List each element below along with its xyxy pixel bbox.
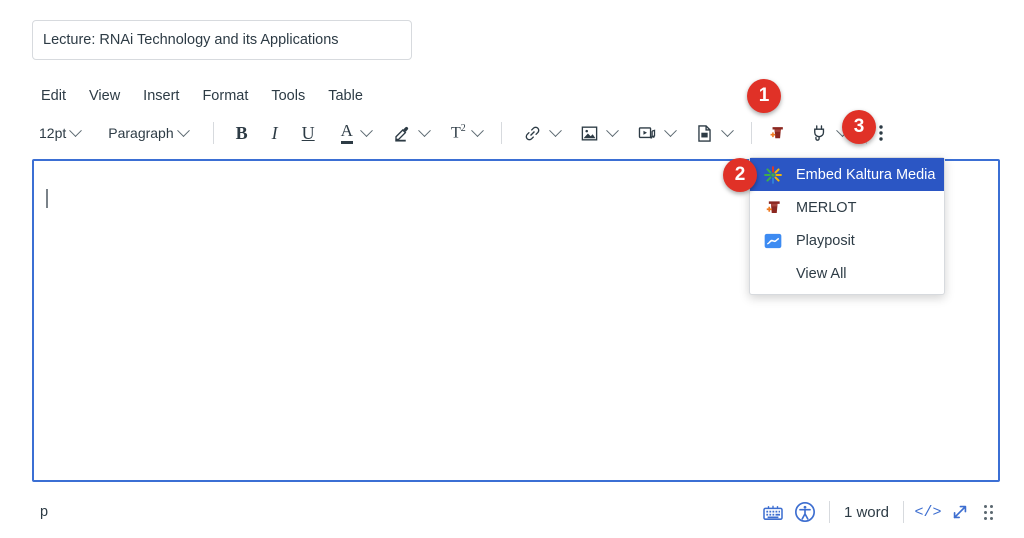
keyboard-shortcuts-button[interactable]	[757, 497, 789, 527]
resize-grip-icon	[983, 504, 993, 520]
fullscreen-button[interactable]	[944, 497, 976, 527]
statusbar-divider	[903, 501, 904, 523]
media-button[interactable]	[630, 119, 682, 147]
highlight-color-button[interactable]	[386, 119, 436, 147]
font-size-select[interactable]: 12pt	[32, 119, 87, 147]
chevron-down-icon	[176, 123, 190, 137]
chevron-down-icon	[720, 123, 734, 137]
document-icon	[695, 124, 714, 143]
statusbar-right-group: 1 word </>	[757, 497, 1000, 527]
block-format-select[interactable]: Paragraph	[101, 119, 194, 147]
title-input[interactable]	[32, 20, 412, 60]
menu-edit[interactable]: Edit	[32, 85, 75, 107]
editor-menubar: Edit View Insert Format Tools Table	[32, 83, 372, 109]
image-button[interactable]	[573, 119, 624, 147]
menu-item-label: Playposit	[796, 232, 855, 249]
title-field-wrapper	[32, 20, 412, 60]
merlot-icon	[767, 124, 786, 143]
image-icon	[580, 124, 599, 143]
menu-item-label: Embed Kaltura Media	[796, 166, 936, 183]
playposit-icon	[762, 230, 784, 252]
merlot-icon	[762, 197, 784, 219]
kaltura-icon	[762, 164, 784, 186]
plug-icon	[810, 124, 829, 143]
chevron-down-icon	[360, 123, 373, 137]
callout-badge-2: 2	[723, 158, 757, 192]
chevron-down-icon	[470, 123, 484, 137]
text-color-icon: A	[340, 122, 353, 144]
underline-icon: U	[301, 122, 315, 143]
chevron-down-icon	[663, 123, 677, 137]
callout-badge-3: 3	[842, 110, 876, 144]
highlighter-icon	[393, 124, 411, 142]
merlot-toolbar-button[interactable]	[760, 119, 793, 147]
underline-button[interactable]: U	[295, 119, 322, 147]
italic-icon: I	[271, 122, 278, 143]
bold-icon: B	[235, 122, 248, 143]
chevron-down-icon	[605, 123, 619, 137]
menu-insert[interactable]: Insert	[134, 85, 188, 107]
chevron-down-icon	[69, 123, 83, 137]
link-icon	[523, 124, 542, 143]
menu-format[interactable]: Format	[193, 85, 257, 107]
superscript-icon: T2	[450, 123, 466, 142]
toolbar-divider	[500, 122, 502, 144]
menu-table[interactable]: Table	[319, 85, 372, 107]
menu-tools[interactable]: Tools	[262, 85, 314, 107]
block-format-value: Paragraph	[108, 125, 174, 141]
text-color-button[interactable]: A	[334, 119, 378, 147]
menu-item-label: MERLOT	[796, 199, 857, 216]
accessibility-icon	[794, 501, 816, 523]
kebab-icon	[878, 123, 884, 143]
toolbar-divider	[750, 122, 752, 144]
document-button[interactable]	[688, 119, 739, 147]
menu-view[interactable]: View	[80, 85, 129, 107]
expand-icon	[950, 502, 970, 522]
superscript-button[interactable]: T2	[444, 119, 489, 147]
statusbar-divider	[828, 501, 830, 523]
code-icon: </>	[914, 503, 942, 521]
font-size-value: 12pt	[39, 125, 67, 141]
superscript-exponent: 2	[460, 123, 466, 135]
word-count[interactable]: 1 word	[838, 504, 895, 521]
accessibility-checker-button[interactable]	[789, 497, 821, 527]
menu-item-playposit[interactable]: Playposit	[750, 224, 944, 257]
callout-badge-1: 1	[747, 79, 781, 113]
italic-button[interactable]: I	[265, 119, 285, 147]
editor-statusbar: p 1 word </>	[32, 495, 1000, 529]
chevron-down-icon	[548, 123, 562, 137]
chevron-down-icon	[418, 123, 431, 137]
text-caret	[46, 189, 48, 208]
menu-item-view-all[interactable]: View All	[750, 257, 944, 290]
keyboard-icon	[762, 503, 784, 521]
menu-item-embed-kaltura-media[interactable]: Embed Kaltura Media	[750, 158, 944, 191]
resize-handle[interactable]	[976, 497, 1000, 527]
link-button[interactable]	[516, 119, 567, 147]
lti-apps-dropdown-menu: Embed Kaltura Media MERLOT Playposit Vie…	[749, 157, 945, 295]
menu-item-label: View All	[796, 265, 847, 282]
toolbar-divider	[212, 122, 214, 144]
menu-item-merlot[interactable]: MERLOT	[750, 191, 944, 224]
element-path[interactable]: p	[32, 504, 48, 520]
media-icon	[637, 124, 657, 143]
bold-button[interactable]: B	[229, 119, 255, 147]
html-editor-button[interactable]: </>	[912, 497, 944, 527]
